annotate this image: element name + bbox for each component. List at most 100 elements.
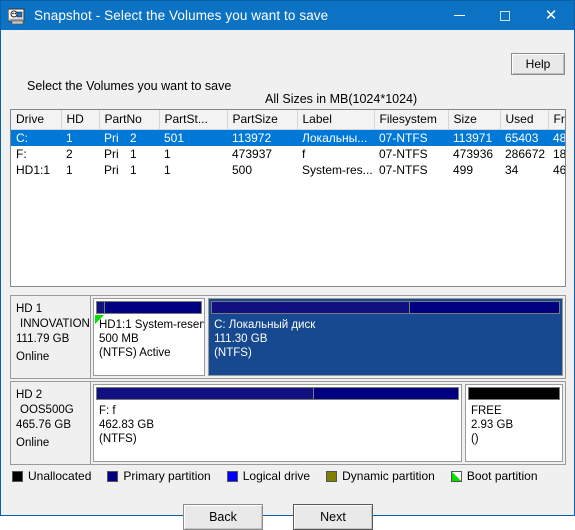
partition-title: HD1:1 System-reservi xyxy=(99,319,205,331)
units-note: All Sizes in MB(1024*1024) xyxy=(265,92,418,106)
table-header-row: Drive HD PartNo PartSt... PartSize Label… xyxy=(11,110,565,130)
legend-label: Logical drive xyxy=(242,469,311,483)
maximize-icon xyxy=(500,10,510,21)
column-header-label[interactable]: Label xyxy=(297,110,375,130)
column-header-partno[interactable]: PartNo xyxy=(99,110,160,130)
minimize-button[interactable] xyxy=(436,1,482,30)
cell-label: System-res... xyxy=(302,163,373,177)
column-header-hd[interactable]: HD xyxy=(61,110,100,130)
snapshot-window: Snapshot - Select the Volumes you want t… xyxy=(0,0,575,530)
partition-block-f[interactable]: F: f 462.83 GB (NTFS) xyxy=(93,384,462,462)
disk-map-hd1[interactable]: HD 1 INNOVATION 111.79 GB Online HD1:1 S… xyxy=(10,295,566,379)
legend-label: Dynamic partition xyxy=(342,469,435,483)
column-header-partsize[interactable]: PartSize xyxy=(227,110,298,130)
partition-block-free[interactable]: FREE 2.93 GB () xyxy=(464,384,563,462)
partition-text: C: Локальный диск 111.30 GB (NTFS) xyxy=(209,314,562,360)
column-header-used[interactable]: Used xyxy=(500,110,549,130)
cell-free: 465 xyxy=(553,163,566,177)
capacity-bar xyxy=(96,301,203,314)
cell-label: Локальны... xyxy=(297,129,374,146)
partition-fs: (NTFS) xyxy=(99,433,137,445)
column-header-free[interactable]: Free xyxy=(548,110,565,130)
capacity-bar xyxy=(211,301,560,314)
cell-part-type: Pri xyxy=(104,147,119,161)
column-header-partstart[interactable]: PartSt... xyxy=(159,110,228,130)
cell-partno-value: 2 xyxy=(130,131,137,145)
partition-title: C: Локальный диск xyxy=(214,319,316,331)
partition-strip-hd2: F: f 462.83 GB (NTFS) FREE 2.93 GB () xyxy=(91,382,565,464)
legend: Unallocated Primary partition Logical dr… xyxy=(12,469,549,483)
partition-fs: (NTFS) Active xyxy=(99,347,171,359)
legend-label: Primary partition xyxy=(123,469,211,483)
title-bar: Snapshot - Select the Volumes you want t… xyxy=(1,1,574,30)
legend-swatch-primary-icon xyxy=(107,470,119,482)
capacity-bar xyxy=(467,387,560,400)
partition-fs: (NTFS) xyxy=(214,347,252,359)
cell-used: 286672 xyxy=(505,147,546,161)
disk-capacity: 465.76 GB xyxy=(16,419,71,431)
column-header-drive[interactable]: Drive xyxy=(11,110,62,130)
cell-used: 65403 xyxy=(500,129,548,146)
partition-title: FREE xyxy=(470,405,502,417)
window-title: Snapshot - Select the Volumes you want t… xyxy=(34,8,329,23)
table-row[interactable]: F: 2 Pri 1 1 473937 f 07-NTFS 473936 2866… xyxy=(11,146,566,162)
legend-item-boot: Boot partition xyxy=(450,469,538,483)
cell-partno: Pri 1 xyxy=(99,146,159,162)
table-row[interactable]: HD1:1 1 Pri 1 1 500 System-res... 07-NTFS… xyxy=(11,162,566,178)
cell-free: 187264 xyxy=(553,147,566,161)
disk-name: HD 2 xyxy=(16,389,43,401)
cell-partno-value: 1 xyxy=(130,163,137,177)
partition-size: 111.30 GB xyxy=(214,333,268,345)
legend-item-dynamic: Dynamic partition xyxy=(326,469,435,483)
table-row[interactable]: C: 1 Pri 2 501 113972 Локальны... 07-NTFS… xyxy=(11,129,565,146)
partition-block-hd1-1[interactable]: HD1:1 System-reservi 500 MB (NTFS) Activ… xyxy=(93,298,206,376)
cell-size: 473936 xyxy=(453,147,494,161)
cell-partsize: 113972 xyxy=(227,129,297,146)
cell-label: f xyxy=(302,147,306,161)
partition-block-c[interactable]: C: Локальный диск 111.30 GB (NTFS) xyxy=(208,298,563,376)
close-button[interactable]: ✕ xyxy=(528,1,574,30)
disk-capacity: 111.79 GB xyxy=(16,333,70,345)
partition-text: F: f 462.83 GB (NTFS) xyxy=(94,400,461,446)
disk-name: HD 1 xyxy=(16,303,43,315)
cell-used: 34 xyxy=(505,163,519,177)
capacity-bar xyxy=(96,387,459,400)
capacity-used-fill xyxy=(212,302,410,313)
column-header-size[interactable]: Size xyxy=(448,110,501,130)
volume-list[interactable]: Drive HD PartNo PartSt... PartSize Label… xyxy=(10,109,566,287)
cell-filesystem: 07-NTFS xyxy=(379,147,428,161)
capacity-used-fill xyxy=(97,388,314,399)
disk-map-hd2[interactable]: HD 2 OOS500G 465.76 GB Online F: f 462.8… xyxy=(10,381,566,465)
legend-swatch-unallocated-icon xyxy=(12,470,23,482)
column-header-filesystem[interactable]: Filesystem xyxy=(374,110,449,130)
partition-text: FREE 2.93 GB () xyxy=(466,400,562,446)
cell-hd: 2 xyxy=(66,147,73,161)
cell-size: 499 xyxy=(453,163,474,177)
cell-partno: Pri 1 xyxy=(99,162,159,178)
cell-partno: Pri 2 xyxy=(99,129,159,146)
cell-partstart: 1 xyxy=(164,163,171,177)
volume-table-body: C: 1 Pri 2 501 113972 Локальны... 07-NTFS… xyxy=(11,129,566,179)
cell-partno-value: 1 xyxy=(130,147,137,161)
cell-drive: HD1:1 xyxy=(16,163,51,177)
legend-item-primary: Primary partition xyxy=(107,469,211,483)
disk-status: Online xyxy=(16,351,50,363)
disk-info-hd2: HD 2 OOS500G 465.76 GB Online xyxy=(11,382,91,464)
cell-drive: F: xyxy=(16,147,27,161)
cell-free: 48568 xyxy=(548,129,565,146)
volume-table: Drive HD PartNo PartSt... PartSize Label… xyxy=(11,110,566,179)
back-button[interactable]: Back xyxy=(183,504,263,530)
cell-partstart: 501 xyxy=(159,129,227,146)
next-button[interactable]: Next xyxy=(293,504,373,530)
partition-size: 2.93 GB xyxy=(470,419,514,431)
snapshot-app-icon xyxy=(7,7,26,25)
legend-swatch-logical-icon xyxy=(226,470,238,482)
help-button[interactable]: Help xyxy=(511,53,565,75)
partition-text: HD1:1 System-reservi 500 MB (NTFS) Activ… xyxy=(94,314,204,360)
close-icon: ✕ xyxy=(544,6,558,24)
cell-filesystem: 07-NTFS xyxy=(374,129,448,146)
cell-hd: 1 xyxy=(61,129,99,146)
cell-part-type: Pri xyxy=(104,163,119,177)
cell-partstart: 1 xyxy=(164,147,171,161)
maximize-button[interactable] xyxy=(482,1,528,30)
